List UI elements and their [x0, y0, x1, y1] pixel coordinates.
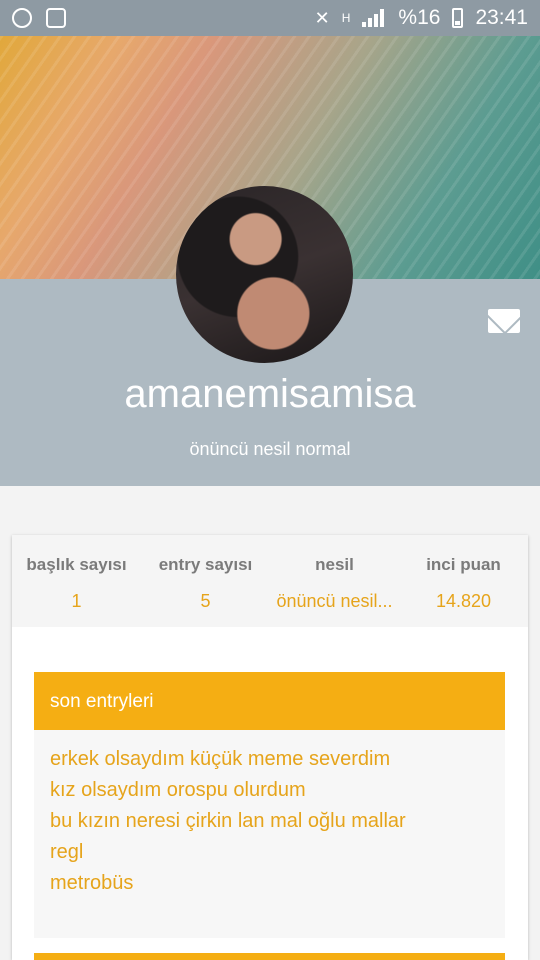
entry-link[interactable]: bu kızın neresi çirkin lan mal oğlu mall…: [50, 806, 490, 837]
battery-icon: [452, 8, 464, 28]
clock: 23:41: [475, 6, 528, 29]
stat-value: 14.820: [435, 591, 492, 611]
recent-entries-header: son entryleri: [34, 672, 505, 730]
recent-entries-list: erkek olsaydım küçük meme severdim kız o…: [50, 744, 490, 899]
stat-value: 1: [71, 591, 82, 611]
entry-link[interactable]: metrobüs: [50, 868, 490, 899]
signal-icon: [362, 9, 386, 27]
username: amanemisamisa: [124, 372, 416, 416]
stat-label: inci puan: [426, 555, 501, 574]
entry-link[interactable]: erkek olsaydım küçük meme severdim: [50, 744, 490, 775]
avatar[interactable]: [176, 186, 353, 363]
user-title: önüncü nesil normal: [189, 439, 351, 459]
battery-percent: %16: [398, 6, 441, 29]
mail-icon[interactable]: [488, 309, 520, 333]
image-icon: [46, 8, 66, 28]
recent-entries-box: son entryleri erkek olsaydım küçük meme …: [34, 672, 505, 938]
whatsapp-icon: [12, 8, 32, 28]
stat-label: nesil: [315, 555, 354, 574]
mute-icon: ✕: [314, 7, 330, 28]
stat-value: 5: [200, 591, 211, 611]
network-type: H: [341, 11, 351, 25]
status-bar: ✕ H %16 23:41: [0, 0, 540, 36]
entry-link[interactable]: regl: [50, 837, 490, 868]
stats-row: başlık sayısı 1 entry sayısı 5 nesil önü…: [12, 535, 528, 627]
stat-label: entry sayısı: [158, 555, 253, 574]
profile-card: başlık sayısı 1 entry sayısı 5 nesil önü…: [12, 535, 528, 960]
next-section-header: [34, 953, 505, 960]
stat-label: başlık sayısı: [26, 555, 127, 574]
stat-value: önüncü nesil...: [276, 591, 393, 611]
entry-link[interactable]: kız olsaydım orospu olurdum: [50, 775, 490, 806]
